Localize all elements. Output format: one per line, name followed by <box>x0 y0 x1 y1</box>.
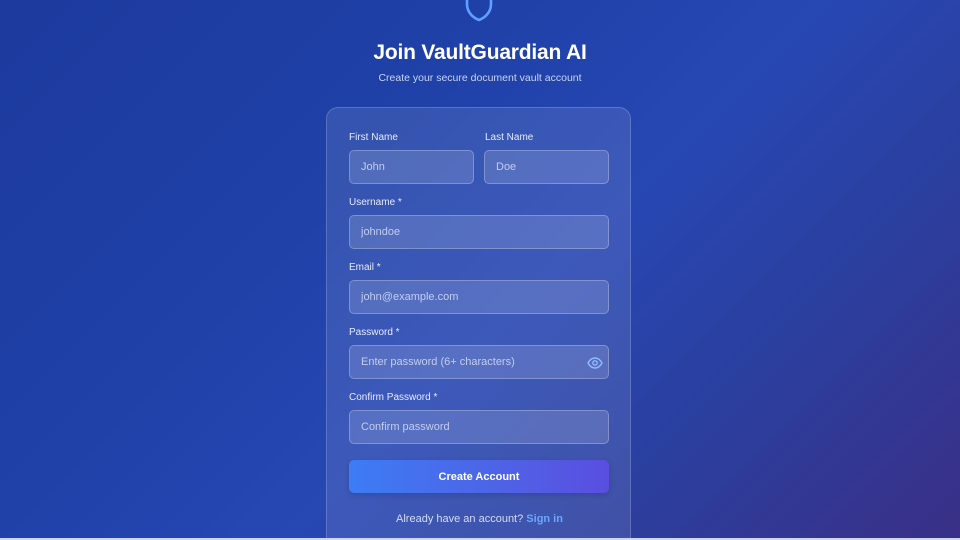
username-field-wrapper <box>349 215 609 249</box>
username-input[interactable] <box>350 216 608 248</box>
confirm-password-label: Confirm Password * <box>349 392 438 403</box>
first-name-field-wrapper <box>349 150 474 184</box>
first-name-input[interactable] <box>350 151 473 183</box>
email-input[interactable] <box>350 281 608 313</box>
last-name-input[interactable] <box>485 151 608 183</box>
create-account-button[interactable]: Create Account <box>349 460 609 493</box>
email-field-wrapper <box>349 280 609 314</box>
password-field-wrapper <box>349 345 609 379</box>
signin-row: Already have an account? Sign in <box>327 513 632 525</box>
signup-card: First Name Last Name Username * Email * … <box>326 107 631 540</box>
last-name-label: Last Name <box>485 132 534 143</box>
password-input[interactable] <box>350 346 608 378</box>
confirm-password-input[interactable] <box>350 411 608 443</box>
signin-prompt: Already have an account? <box>396 513 524 525</box>
confirm-password-field-wrapper <box>349 410 609 444</box>
eye-icon[interactable] <box>587 355 603 371</box>
last-name-field-wrapper <box>484 150 609 184</box>
email-label: Email * <box>349 262 381 273</box>
shield-icon <box>465 0 493 22</box>
page-subtitle: Create your secure document vault accoun… <box>378 72 582 84</box>
password-label: Password * <box>349 327 400 338</box>
signin-link[interactable]: Sign in <box>526 513 563 525</box>
username-label: Username * <box>349 197 402 208</box>
page-title: Join VaultGuardian AI <box>373 41 587 64</box>
first-name-label: First Name <box>349 132 398 143</box>
